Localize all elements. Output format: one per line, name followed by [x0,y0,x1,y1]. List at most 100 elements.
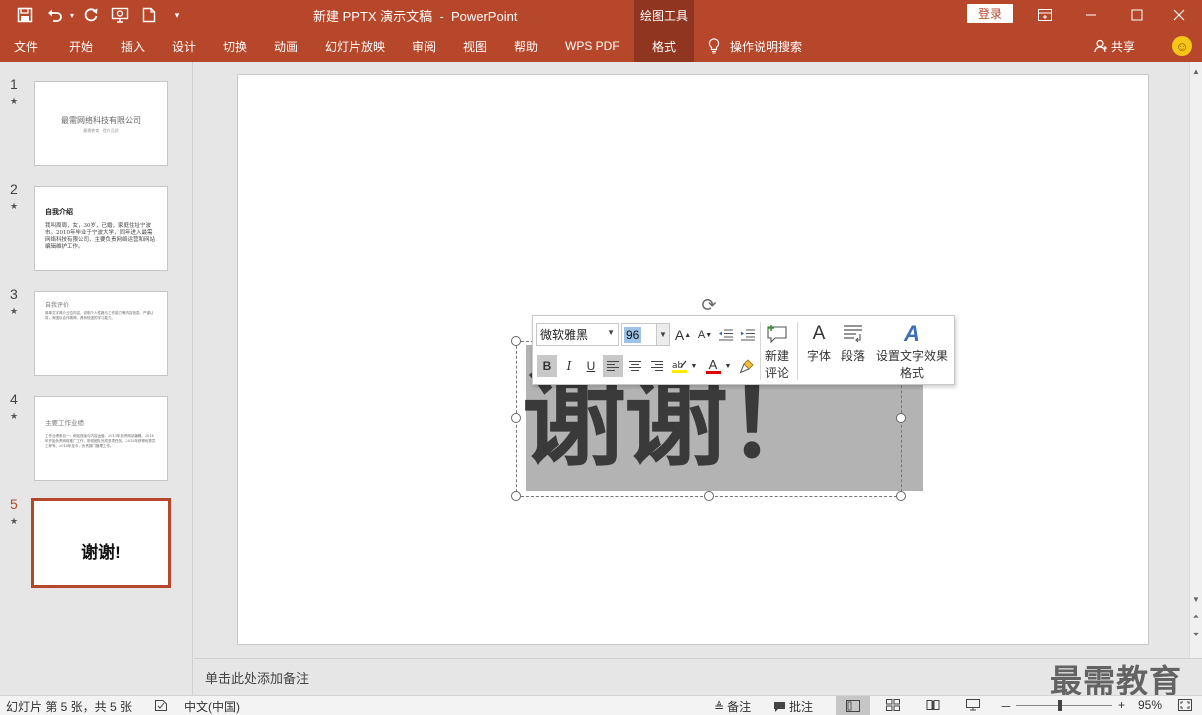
slide-thumbnail-5[interactable]: 谢谢! [31,498,171,588]
scroll-up-icon[interactable]: ▲ [1190,64,1202,78]
title-bar: ▾ ▾ 新建 PPTX 演示文稿 - PowerPoint 绘图工具 登录 [0,0,1202,30]
close-icon[interactable] [1156,0,1202,30]
slide-thumbnail-4[interactable]: 主要工作业绩 工作业绩条目一：网站改版与内容运营。2013年负责网站编辑。201… [34,396,168,481]
new-comment-button[interactable]: 新建 评论 [763,320,791,382]
zoom-out-button[interactable]: － [1000,698,1012,715]
zoom-level[interactable]: 95% [1138,698,1162,712]
slide-sorter-view-icon[interactable] [886,699,900,711]
spell-check-icon[interactable] [154,699,168,712]
resize-handle[interactable] [511,336,521,346]
tab-view[interactable]: 视图 [463,30,487,62]
new-file-icon[interactable] [138,0,160,30]
chevron-down-icon[interactable]: ▼ [656,324,669,345]
undo-icon[interactable] [44,0,66,30]
grow-font-button[interactable]: A ▲ [673,324,693,346]
tab-review[interactable]: 审阅 [412,30,436,62]
tab-slideshow[interactable]: 幻灯片放映 [325,30,385,62]
font-dialog-button[interactable]: A 字体 [805,320,833,365]
vertical-scrollbar[interactable]: ▲ ▼ ⏶ ⏷ [1189,62,1202,658]
new-comment-label-2: 评论 [764,366,789,380]
zoom-in-button[interactable]: + [1118,698,1125,712]
align-left-button[interactable] [603,355,623,377]
tab-format[interactable]: 格式 [634,30,694,62]
font-size-value: 96 [624,327,642,343]
bold-button[interactable]: B [537,355,557,377]
thumbnail-subtitle: 最需教育 · 提升品质 [83,128,119,133]
chevron-down-icon[interactable]: ▼ [723,355,733,377]
highlight-color-button[interactable]: ab [670,355,690,377]
rotate-handle-icon[interactable]: ⟳ [698,295,720,315]
increase-indent-button[interactable] [738,324,758,346]
decrease-indent-button[interactable] [716,324,736,346]
resize-handle[interactable] [704,491,714,501]
tab-animations[interactable]: 动画 [274,30,298,62]
grow-font-icon: A [674,327,685,343]
align-center-button[interactable] [625,355,645,377]
format-painter-icon [739,359,754,374]
paragraph-dialog-button[interactable]: 段落 [839,320,867,365]
maximize-icon[interactable] [1114,0,1160,30]
italic-button[interactable]: I [559,355,579,377]
comments-toggle-button[interactable]: 批注 [773,698,813,715]
resize-handle[interactable] [896,413,906,423]
resize-handle[interactable] [511,491,521,501]
align-right-button[interactable] [647,355,667,377]
language-status[interactable]: 中文(中国) [184,698,240,715]
thumbnail-body: 简单文字简介占位内容，说明个人性格与工作能力等内容信息。严谨认真，有团队合作精神… [45,311,154,320]
font-color-button[interactable]: A [703,355,723,377]
login-button[interactable]: 登录 [967,4,1013,23]
text-effects-button[interactable]: A 设置文字效果 格式 [873,320,951,382]
align-right-icon [651,361,663,371]
slide-thumbnail-1[interactable]: 最需网络科技有限公司 最需教育 · 提升品质 [34,81,168,166]
resize-handle[interactable] [511,413,521,423]
thumbnail-body: 工作业绩条目一：网站改版与内容运营。2013年负责网站编辑。2014年开始负责网… [45,434,156,448]
animation-star-icon: ★ [10,201,19,211]
reading-view-icon[interactable] [926,699,940,711]
tab-insert[interactable]: 插入 [121,30,145,62]
zoom-slider-track[interactable] [1016,705,1112,706]
thumbnail-title: 主要工作业绩 [45,420,84,427]
tab-home[interactable]: 开始 [69,30,93,62]
previous-slide-icon[interactable]: ⏶ [1190,610,1202,624]
slide-thumbnail-3[interactable]: 自我评价 简单文字简介占位内容，说明个人性格与工作能力等内容信息。严谨认真，有团… [34,291,168,376]
font-size-select[interactable]: 96 ▼ [621,323,670,346]
paragraph-icon [842,320,864,348]
scroll-down-icon[interactable]: ▼ [1190,592,1202,606]
next-slide-icon[interactable]: ⏷ [1190,628,1202,642]
feedback-smiley-icon[interactable]: ☺ [1172,36,1192,56]
save-icon[interactable] [12,0,38,30]
customize-toolbar-icon[interactable]: ▾ [170,0,184,30]
comments-toggle-label: 批注 [789,700,814,714]
tab-design[interactable]: 设计 [172,30,196,62]
thumbnail-number: 3 [10,286,18,302]
fit-to-window-icon[interactable] [1178,699,1192,711]
resize-handle[interactable] [896,491,906,501]
normal-view-button[interactable] [836,696,870,715]
thumbnail-title: 自我介绍 [45,209,73,216]
slideshow-view-icon[interactable] [966,699,980,711]
thumbnail-number: 2 [10,181,18,197]
undo-dropdown-icon[interactable]: ▾ [66,0,78,30]
toolbar-separator [797,322,798,380]
zoom-slider-thumb[interactable] [1058,700,1062,711]
shrink-font-button[interactable]: A ▼ [695,324,715,346]
tab-transitions[interactable]: 切换 [223,30,247,62]
tab-wps-pdf[interactable]: WPS PDF [565,30,620,62]
font-name-value: 微软雅黑 [540,328,589,342]
ribbon-tabs: 文件 开始 插入 设计 切换 动画 幻灯片放映 审阅 视图 帮助 WPS PDF… [0,30,1202,62]
slideshow-icon[interactable] [108,0,132,30]
ribbon-display-options-icon[interactable] [1022,0,1068,30]
underline-button[interactable]: U [581,355,601,377]
tab-file[interactable]: 文件 [14,30,38,62]
tab-help[interactable]: 帮助 [514,30,538,62]
notes-toggle-button[interactable]: ≜ 备注 [714,698,751,715]
slide-thumbnail-2[interactable]: 自我介绍 我叫周周，女，30岁，已婚，家庭住址宁波市。2010年毕业于宁波大学，… [34,186,168,271]
format-painter-button[interactable] [737,355,757,377]
share-button[interactable]: 共享 [1094,30,1135,62]
new-comment-label-1: 新建 [764,349,789,363]
font-name-select[interactable]: 微软雅黑 ▼ [536,323,619,346]
chevron-down-icon[interactable]: ▼ [689,355,699,377]
tell-me-search[interactable]: 操作说明搜索 [708,30,802,62]
minimize-icon[interactable] [1068,0,1114,30]
redo-icon[interactable] [80,0,102,30]
